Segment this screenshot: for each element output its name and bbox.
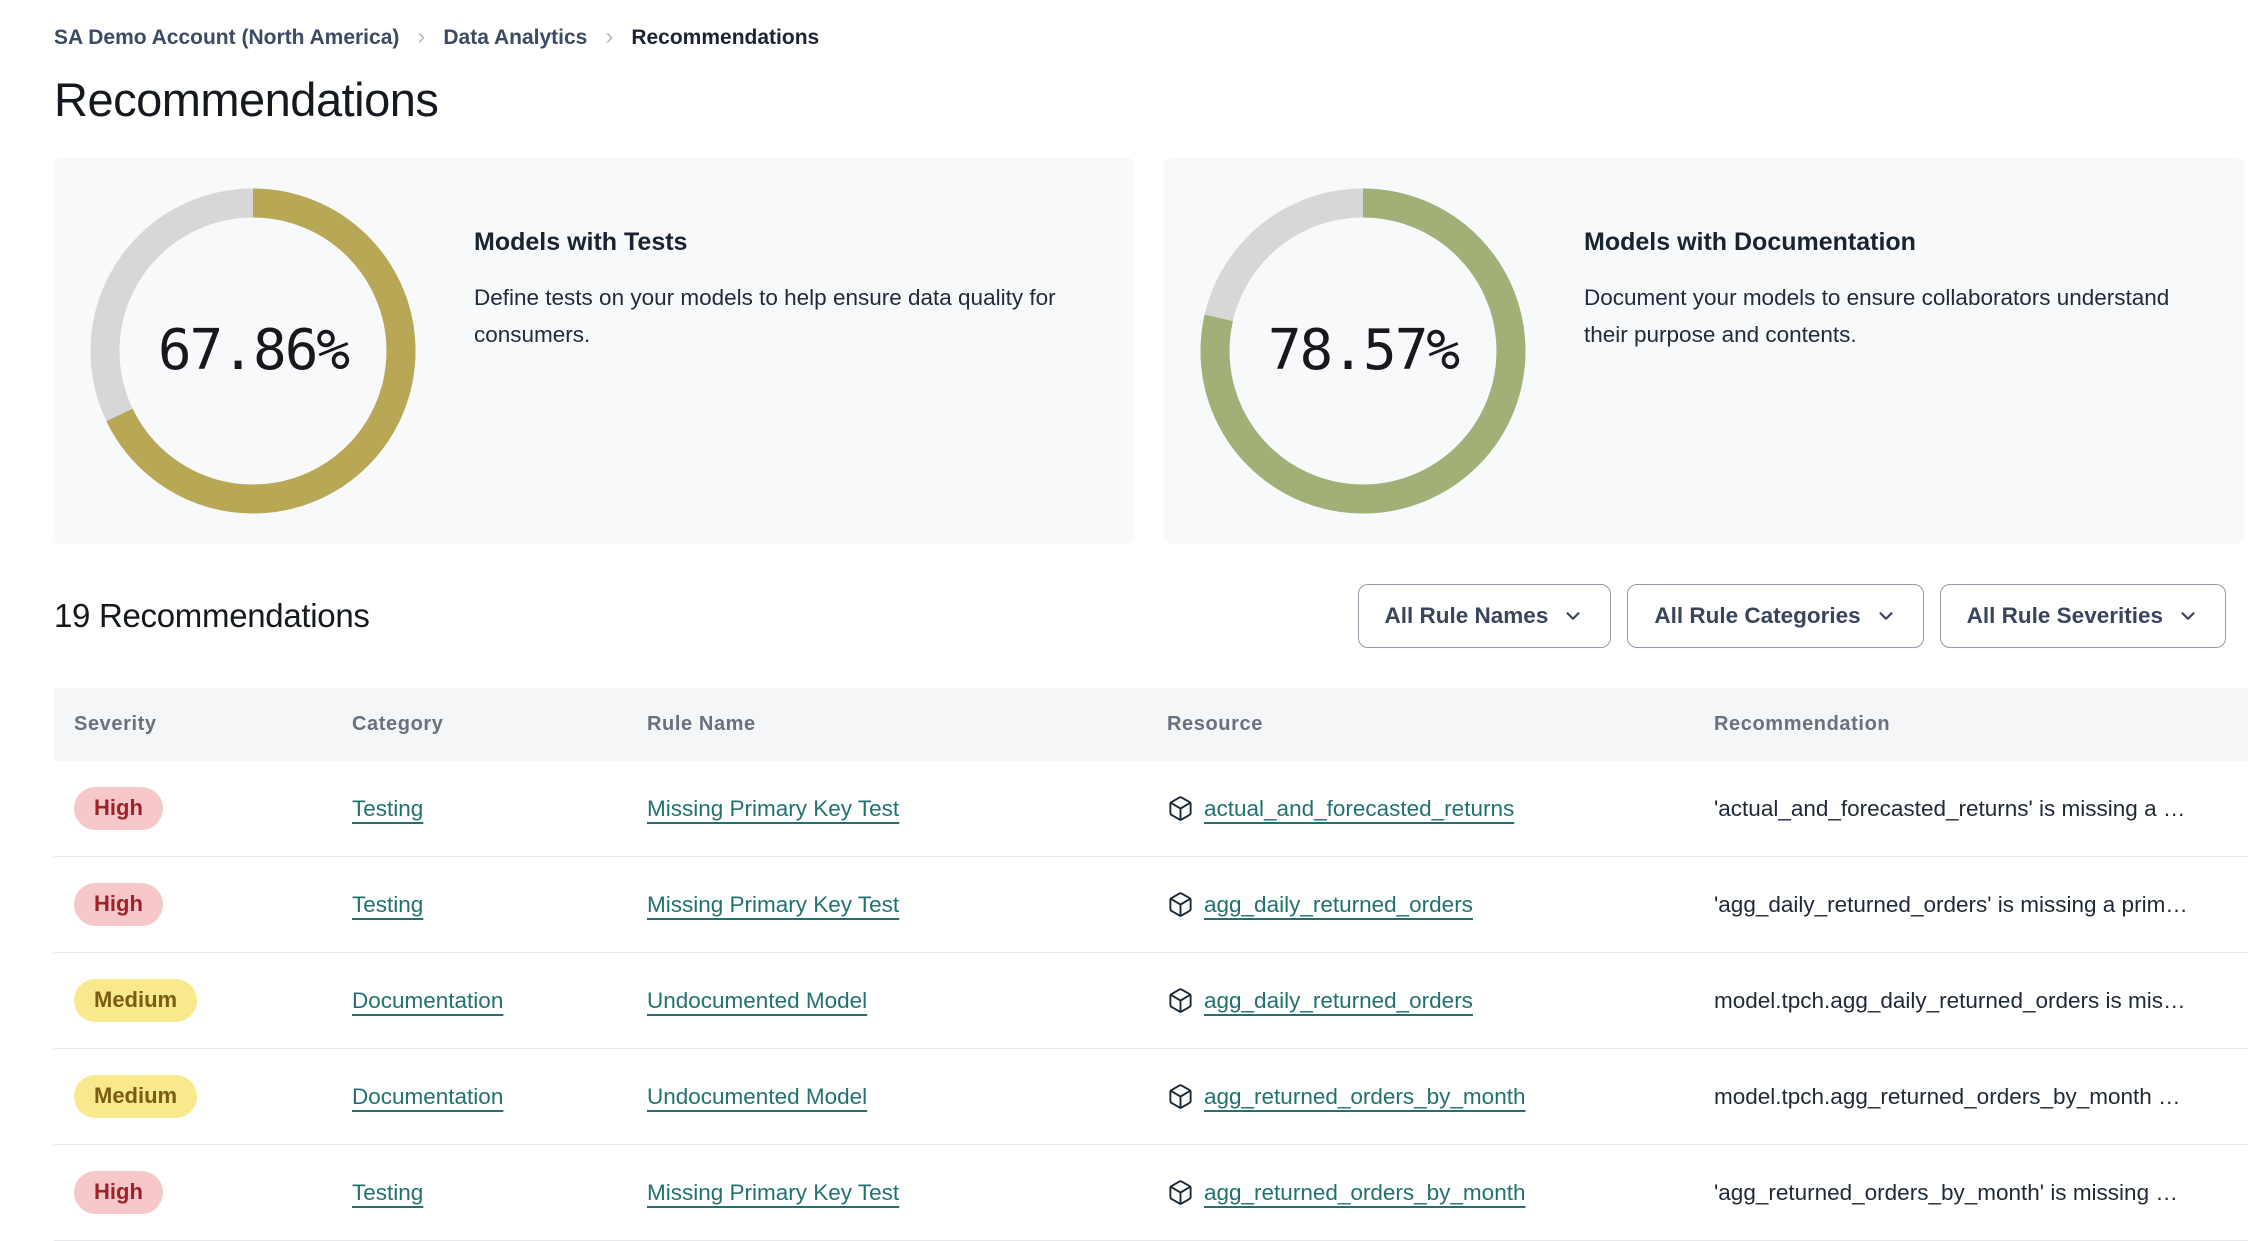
recommendation-text: 'agg_returned_orders_by_month' is missin… <box>1714 1179 2178 1205</box>
column-header-resource: Resource <box>1147 688 1694 761</box>
category-link[interactable]: Documentation <box>352 988 503 1013</box>
category-link[interactable]: Testing <box>352 796 423 821</box>
table-row: High Testing Missing Primary Key Test ag… <box>54 856 2248 953</box>
recommendation-text: 'actual_and_forecasted_returns' is missi… <box>1714 795 2186 821</box>
card-title: Models with Tests <box>474 227 688 256</box>
documentation-percent-value: 78.57% <box>1267 318 1460 383</box>
recommendations-count: 19 Recommendations <box>54 597 370 634</box>
breadcrumb-current: Recommendations <box>631 26 820 49</box>
severity-badge: High <box>74 1171 163 1214</box>
model-cube-icon <box>1169 796 1192 821</box>
rule-name-link[interactable]: Missing Primary Key Test <box>647 1180 899 1205</box>
models-with-documentation-card: 78.57% Models with Documentation Documen… <box>1164 157 2244 544</box>
model-cube-icon <box>1169 1084 1192 1109</box>
breadcrumb-project-link[interactable]: Data Analytics <box>443 26 587 50</box>
severity-badge: High <box>74 787 163 830</box>
table-row: High Testing Missing Primary Key Test ac… <box>54 761 2248 857</box>
table-row: Medium Documentation Undocumented Model … <box>54 1048 2248 1145</box>
resource-link[interactable]: agg_daily_returned_orders <box>1204 988 1473 1014</box>
rule-categories-filter[interactable]: All Rule Categories <box>1627 584 1924 648</box>
chevron-down-icon <box>1566 612 1580 620</box>
column-header-recommendation: Recommendation <box>1694 688 2248 761</box>
breadcrumb-account-link[interactable]: SA Demo Account (North America) <box>54 26 399 50</box>
chevron-down-icon <box>2181 612 2195 620</box>
chevron-down-icon <box>1879 612 1893 620</box>
column-header-category: Category <box>332 688 627 761</box>
rule-name-link[interactable]: Undocumented Model <box>647 1084 867 1109</box>
card-description: Document your models to ensure collabora… <box>1584 284 2170 347</box>
resource-link[interactable]: agg_daily_returned_orders <box>1204 892 1473 918</box>
column-header-rule-name: Rule Name <box>627 688 1147 761</box>
tests-donut-chart: 67.86% <box>88 186 418 516</box>
recommendation-text: model.tpch.agg_daily_returned_orders is … <box>1714 987 2186 1013</box>
documentation-donut-chart: 78.57% <box>1198 186 1528 516</box>
model-cube-icon <box>1169 1180 1192 1205</box>
rule-severities-filter[interactable]: All Rule Severities <box>1939 584 2226 648</box>
model-cube-icon <box>1169 892 1192 917</box>
resource-link[interactable]: agg_returned_orders_by_month <box>1204 1084 1525 1110</box>
recommendations-page: SA Demo Account (North America) › Data A… <box>0 0 2248 1241</box>
severity-badge: Medium <box>74 979 198 1022</box>
metric-cards: 67.86% Models with Tests Define tests on… <box>54 157 2244 544</box>
rule-name-link[interactable]: Missing Primary Key Test <box>647 796 899 821</box>
table-row: Medium Documentation Undocumented Model … <box>54 952 2248 1049</box>
breadcrumb: SA Demo Account (North America) › Data A… <box>54 23 2248 52</box>
recommendations-table: Severity Category Rule Name Resource Rec… <box>54 688 2248 1241</box>
tests-percent-value: 67.86% <box>157 318 350 383</box>
recommendation-text: model.tpch.agg_returned_orders_by_month … <box>1714 1083 2181 1109</box>
severity-badge: Medium <box>74 1075 198 1118</box>
rule-names-filter[interactable]: All Rule Names <box>1357 584 1612 648</box>
recommendation-text: 'agg_daily_returned_orders' is missing a… <box>1714 891 2188 917</box>
category-link[interactable]: Testing <box>352 892 423 917</box>
models-with-tests-card: 67.86% Models with Tests Define tests on… <box>54 157 1134 544</box>
chevron-right-icon: › <box>605 23 614 50</box>
card-description: Define tests on your models to help ensu… <box>474 284 1056 347</box>
model-cube-icon <box>1169 988 1192 1013</box>
category-link[interactable]: Documentation <box>352 1084 503 1109</box>
table-header-row: Severity Category Rule Name Resource Rec… <box>54 688 2248 761</box>
severity-badge: High <box>74 883 163 926</box>
filter-bar: All Rule Names All Rule Categories All R… <box>1357 584 2226 648</box>
rule-name-link[interactable]: Undocumented Model <box>647 988 867 1013</box>
card-title: Models with Documentation <box>1584 227 1916 256</box>
resource-link[interactable]: agg_returned_orders_by_month <box>1204 1180 1525 1206</box>
resource-link[interactable]: actual_and_forecasted_returns <box>1204 796 1514 822</box>
page-title: Recommendations <box>54 73 439 126</box>
category-link[interactable]: Testing <box>352 1180 423 1205</box>
column-header-severity: Severity <box>54 688 332 761</box>
list-header: 19 Recommendations All Rule Names All Ru… <box>54 584 2226 648</box>
chevron-right-icon: › <box>417 23 426 50</box>
rule-name-link[interactable]: Missing Primary Key Test <box>647 892 899 917</box>
table-row: High Testing Missing Primary Key Test ag… <box>54 1144 2248 1241</box>
